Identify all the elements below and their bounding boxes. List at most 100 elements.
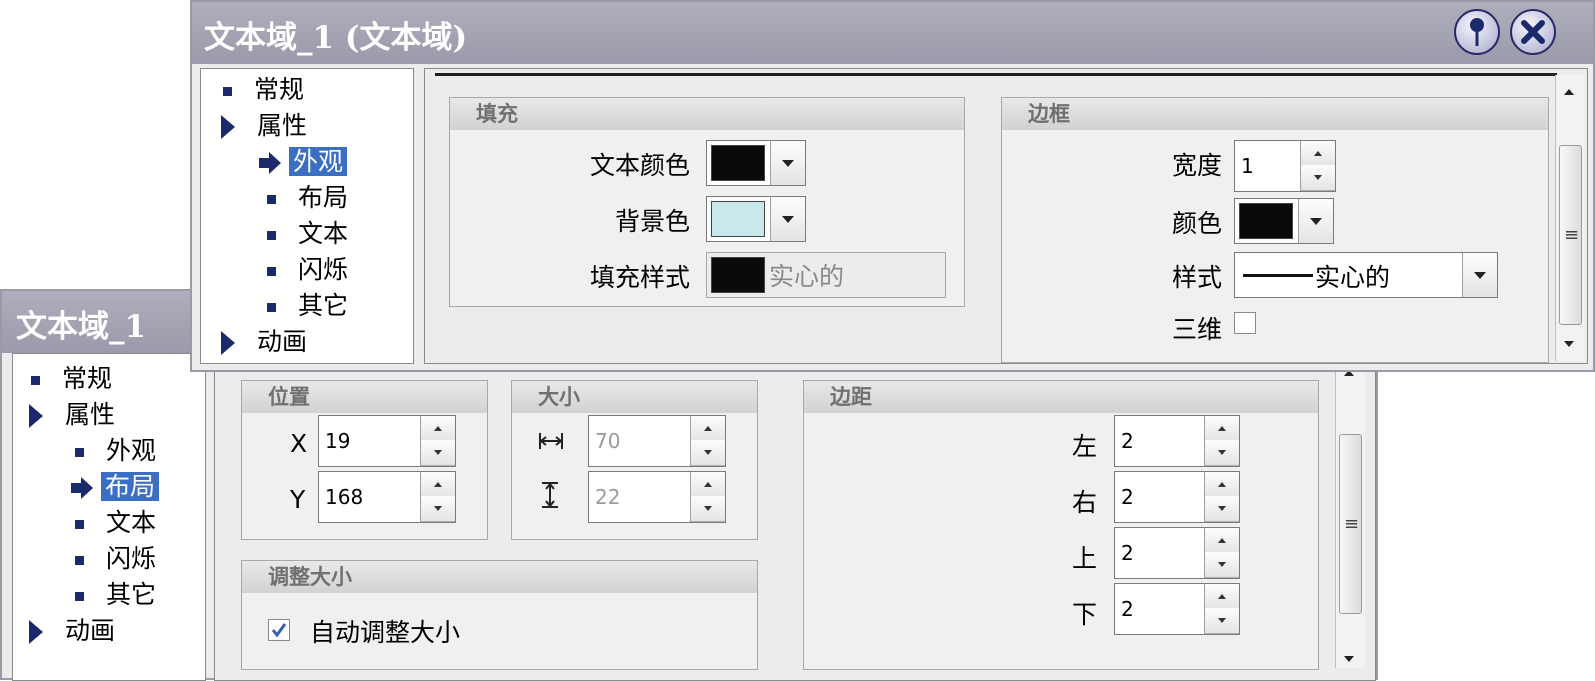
margin-bottom-spinbox[interactable]: 2: [1114, 583, 1240, 635]
front-content-panel: 填充 文本颜色 背景色 填充样式 实心的 边框 宽度 1 颜色 样式 实心的 三…: [424, 68, 1588, 364]
border-color-picker[interactable]: [1234, 198, 1334, 244]
margin-left-spinbox[interactable]: 2: [1114, 415, 1240, 467]
bullet-icon: [267, 194, 276, 204]
bg-color-picker[interactable]: [706, 196, 806, 242]
x-spin-up-button[interactable]: [421, 416, 455, 442]
front-window: 文本域_1 (文本域) 常规 属性 外观 布局 文本 闪烁 其它 动画 填充 文…: [190, 0, 1595, 372]
front-window-titlebar[interactable]: 文本域_1 (文本域): [192, 2, 1593, 64]
size-group: 大小 70 22: [511, 380, 758, 540]
fill-group-header: 填充: [450, 98, 964, 130]
margin-left-up-button[interactable]: [1205, 416, 1239, 442]
tree-item-other[interactable]: 其它: [267, 289, 348, 323]
height-spin-down-button[interactable]: [691, 496, 725, 522]
tree-item-layout[interactable]: 布局: [267, 181, 348, 215]
x-label: X: [290, 429, 308, 458]
scroll-down-arrow-icon[interactable]: [1344, 656, 1354, 662]
close-icon: [1521, 20, 1545, 44]
margin-left-down-button[interactable]: [1205, 440, 1239, 466]
scroll-up-arrow-icon[interactable]: [1564, 89, 1574, 95]
border-group-header: 边框: [1002, 98, 1548, 130]
back-content-panel: 位置 X 19 Y 168 大小 70 22 调整大小 自动调整大小 边距 左 …: [214, 353, 1376, 681]
pin-button[interactable]: [1454, 9, 1500, 55]
width-icon: [539, 433, 563, 449]
margin-top-spinbox[interactable]: 2: [1114, 527, 1240, 579]
bullet-icon: [75, 591, 84, 601]
front-nav-tree: 常规 属性 外观 布局 文本 闪烁 其它 动画: [200, 68, 414, 364]
bullet-icon: [31, 375, 40, 385]
resize-group: 调整大小 自动调整大小: [241, 560, 758, 670]
expand-triangle-icon: [221, 115, 235, 139]
pin-icon: [1470, 18, 1484, 46]
three-d-checkbox[interactable]: [1234, 312, 1256, 334]
border-width-down-button[interactable]: [1301, 165, 1335, 191]
border-width-value: 1: [1241, 154, 1254, 178]
width-spin-up-button[interactable]: [691, 416, 725, 442]
margin-top-up-button[interactable]: [1205, 528, 1239, 554]
margin-top-down-button[interactable]: [1205, 552, 1239, 578]
close-button[interactable]: [1510, 9, 1556, 55]
scroll-down-arrow-icon[interactable]: [1564, 341, 1574, 347]
front-window-title: 文本域_1 (文本域): [204, 20, 468, 56]
tree-item-animation[interactable]: 动画: [29, 614, 115, 648]
width-spin-down-button[interactable]: [691, 440, 725, 466]
border-style-dropdown-button[interactable]: [1462, 253, 1497, 297]
text-color-label: 文本颜色: [589, 151, 690, 180]
tree-item-appearance[interactable]: 外观: [259, 145, 348, 179]
border-width-spinbox[interactable]: 1: [1234, 140, 1336, 192]
text-color-picker[interactable]: [706, 140, 806, 186]
tree-item-text[interactable]: 文本: [75, 506, 156, 540]
x-spin-down-button[interactable]: [421, 440, 455, 466]
x-value: 19: [325, 429, 351, 453]
border-style-label: 样式: [1171, 263, 1222, 292]
border-color-dropdown-button[interactable]: [1298, 199, 1333, 243]
size-group-header: 大小: [512, 381, 757, 413]
margin-bottom-value: 2: [1121, 597, 1134, 621]
scroll-thumb[interactable]: [1559, 145, 1582, 325]
tree-item-flash[interactable]: 闪烁: [75, 542, 156, 576]
border-color-label: 颜色: [1171, 209, 1222, 238]
height-spin-up-button[interactable]: [691, 472, 725, 498]
tree-item-other[interactable]: 其它: [75, 578, 156, 612]
fill-group: 填充 文本颜色 背景色 填充样式 实心的: [449, 97, 965, 307]
fill-style-field[interactable]: 实心的: [706, 252, 946, 298]
x-spinbox[interactable]: 19: [318, 415, 456, 467]
margin-left-value: 2: [1121, 429, 1134, 453]
margin-right-spinbox[interactable]: 2: [1114, 471, 1240, 523]
arrow-right-icon: [259, 152, 281, 174]
border-style-select[interactable]: 实心的: [1234, 252, 1498, 298]
margin-left-label: 左: [1072, 432, 1098, 461]
bullet-icon: [267, 230, 276, 240]
back-nav-tree: 常规 属性 外观 布局 文本 闪烁 其它 动画: [12, 353, 206, 681]
auto-resize-checkbox[interactable]: [268, 619, 290, 641]
margin-bottom-up-button[interactable]: [1205, 584, 1239, 610]
tree-item-properties[interactable]: 属性: [29, 398, 115, 432]
margin-right-down-button[interactable]: [1205, 496, 1239, 522]
front-vertical-scrollbar[interactable]: [1555, 75, 1585, 361]
tree-item-general[interactable]: 常规: [223, 73, 304, 107]
resize-group-header: 调整大小: [242, 561, 757, 593]
margins-group-header: 边距: [804, 381, 1318, 413]
y-spinbox[interactable]: 168: [318, 471, 456, 523]
tree-item-animation[interactable]: 动画: [221, 325, 307, 359]
expand-triangle-icon: [29, 620, 43, 644]
margin-bottom-down-button[interactable]: [1205, 608, 1239, 634]
bg-color-dropdown-button[interactable]: [770, 197, 805, 241]
tree-item-general[interactable]: 常规: [31, 362, 112, 396]
tree-item-text[interactable]: 文本: [267, 217, 348, 251]
scroll-thumb[interactable]: [1339, 434, 1362, 614]
width-spinbox[interactable]: 70: [588, 415, 726, 467]
margin-right-up-button[interactable]: [1205, 472, 1239, 498]
tree-item-properties[interactable]: 属性: [221, 109, 307, 143]
border-width-up-button[interactable]: [1301, 141, 1335, 167]
y-spin-down-button[interactable]: [421, 496, 455, 522]
back-vertical-scrollbar[interactable]: [1335, 364, 1365, 668]
y-spin-up-button[interactable]: [421, 472, 455, 498]
text-color-dropdown-button[interactable]: [770, 141, 805, 185]
tree-item-flash[interactable]: 闪烁: [267, 253, 348, 287]
tree-item-layout[interactable]: 布局: [71, 470, 160, 504]
expand-triangle-icon: [221, 331, 235, 355]
tree-item-appearance[interactable]: 外观: [75, 434, 156, 468]
y-value: 168: [325, 485, 364, 509]
height-spinbox[interactable]: 22: [588, 471, 726, 523]
position-group-header: 位置: [242, 381, 487, 413]
